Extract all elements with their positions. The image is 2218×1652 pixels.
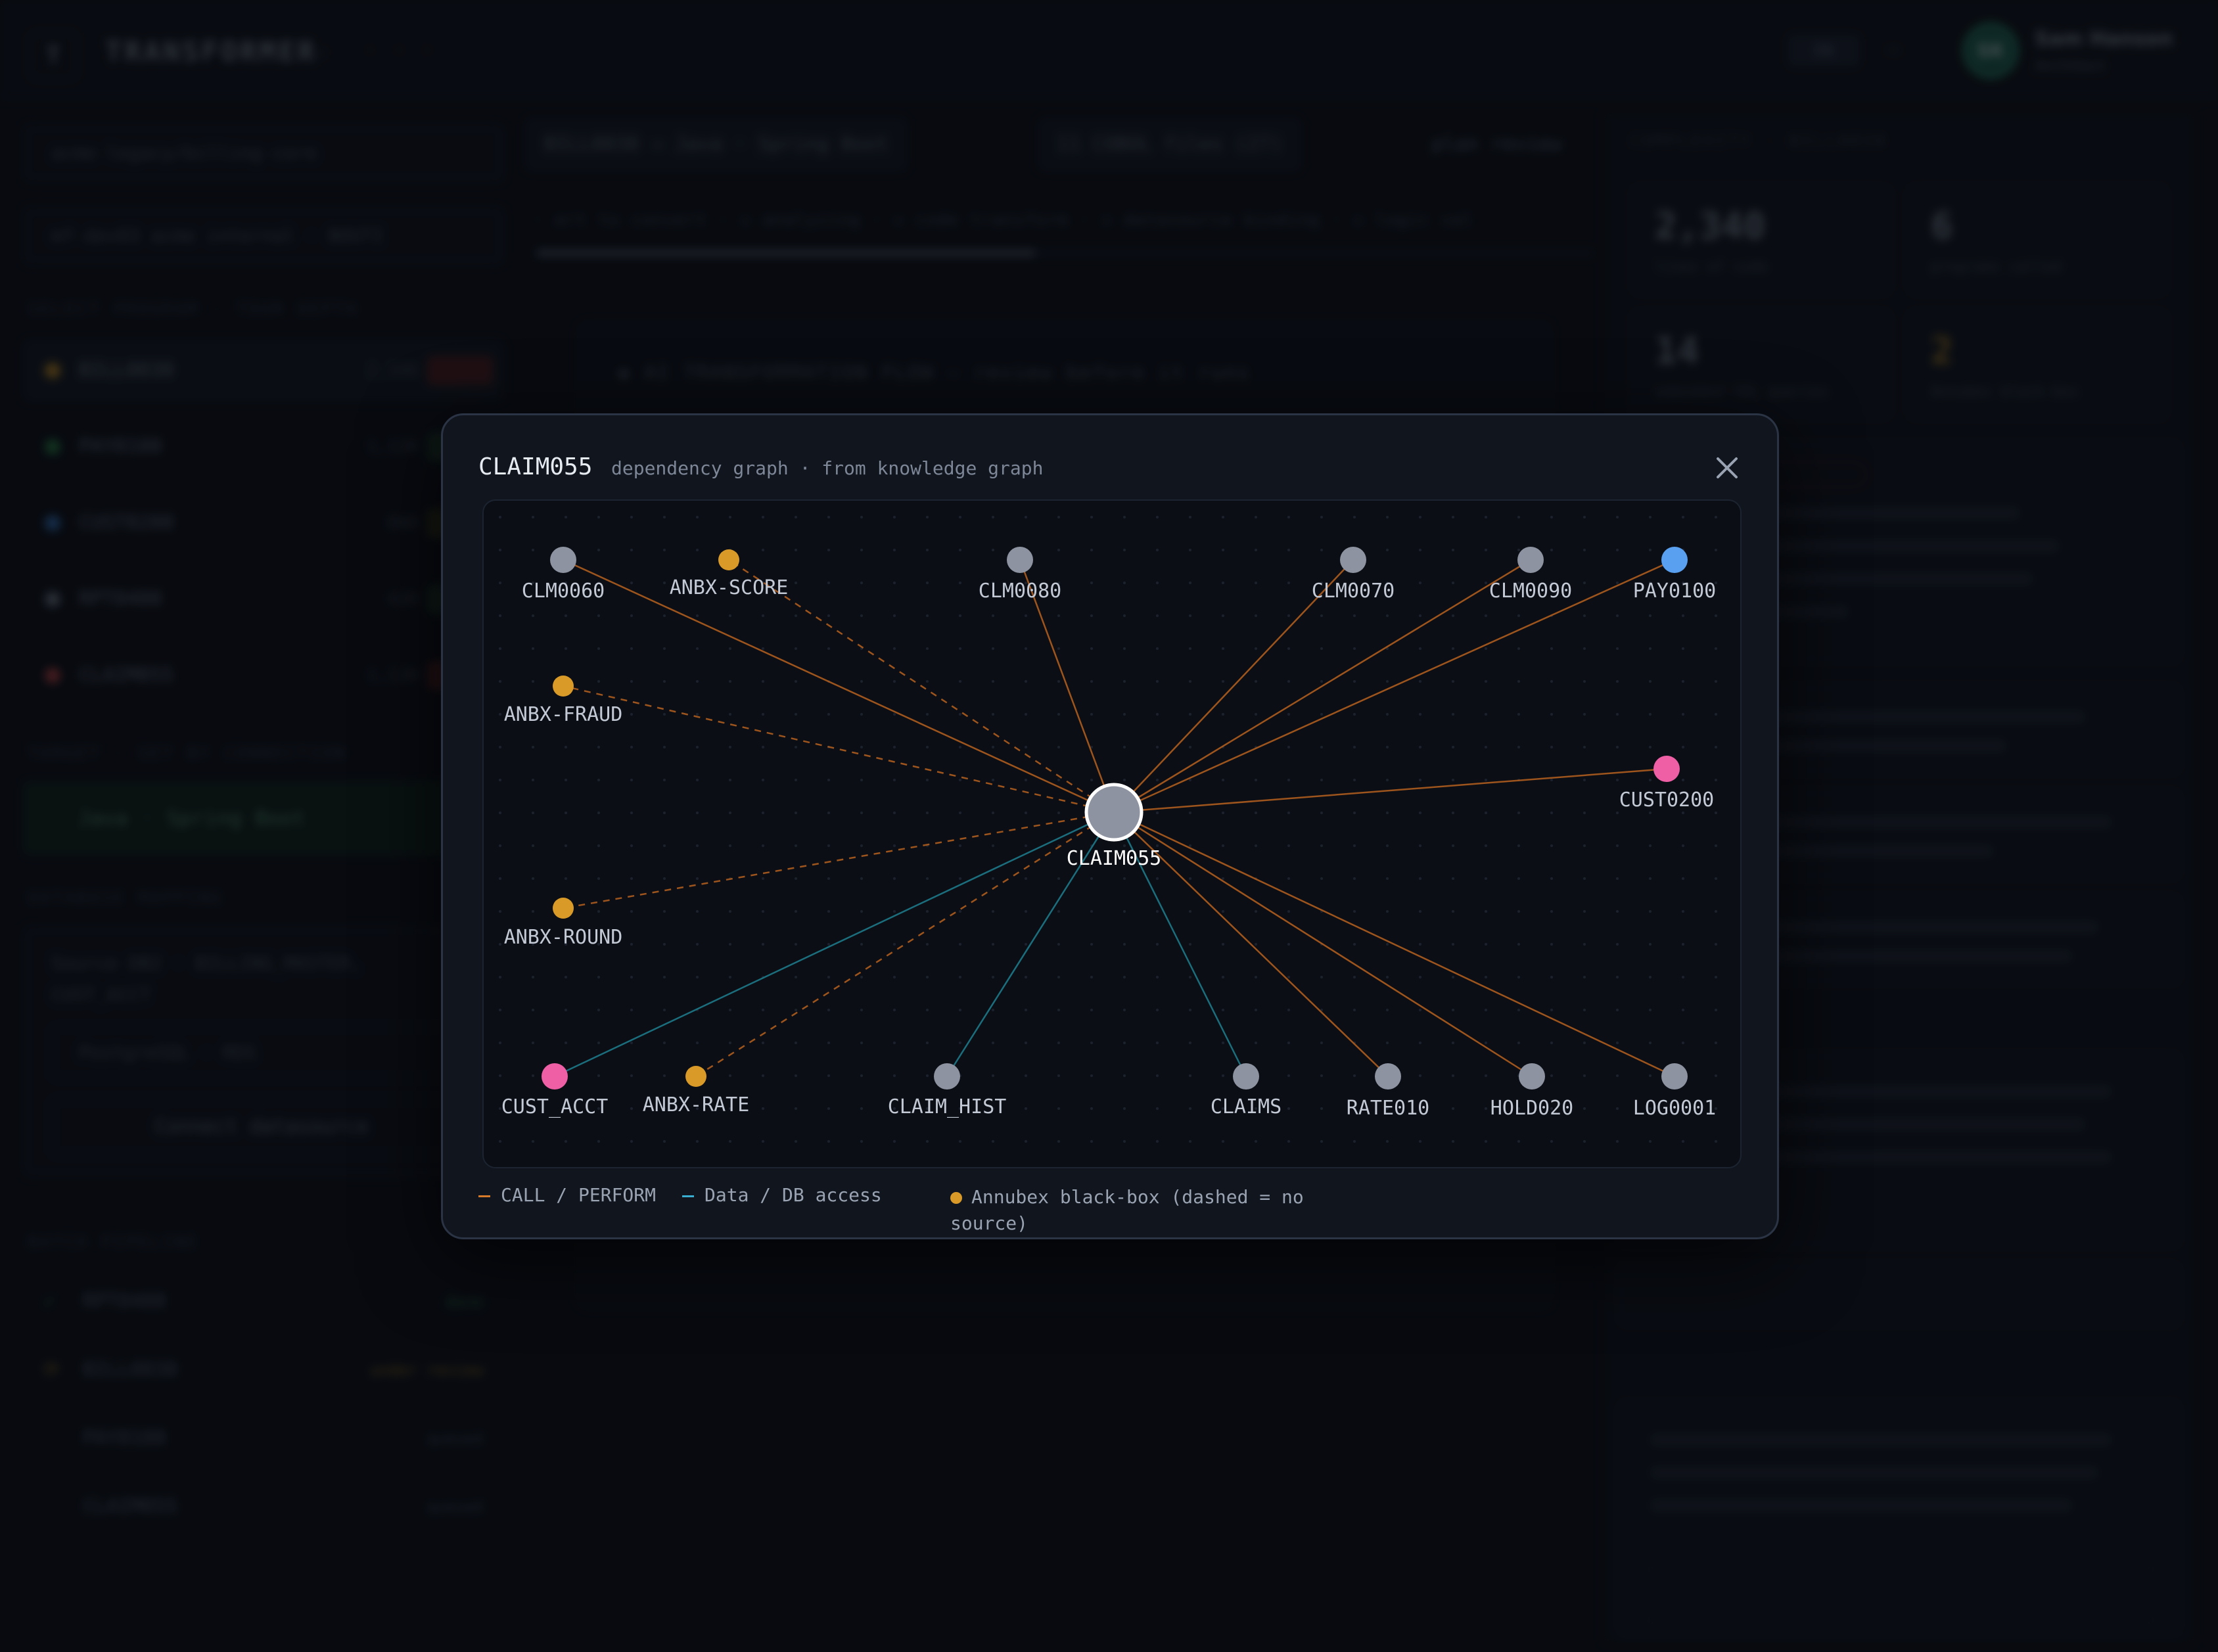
graph-legend: CALL / PERFORM Data / DB access Annubex …: [478, 1184, 1333, 1237]
legend-data: Data / DB access: [682, 1184, 882, 1206]
legend-call-swatch: [478, 1195, 490, 1197]
graph-svg[interactable]: CLM0060 ANBX-SCORE CLM0080 CLM0070 CLM0090 PA…: [484, 501, 1742, 1168]
node-circle[interactable]: [1007, 547, 1033, 573]
node-circle[interactable]: [685, 1066, 706, 1087]
node-circle[interactable]: [1340, 547, 1366, 573]
legend-data-label: Data / DB access: [705, 1184, 882, 1206]
legend-call: CALL / PERFORM: [478, 1184, 656, 1206]
legend-annubex: Annubex black-box (dashed = no source): [950, 1184, 1345, 1237]
node-circle[interactable]: [1233, 1063, 1259, 1090]
node-circle[interactable]: [934, 1063, 960, 1090]
node-circle[interactable]: [1661, 1063, 1688, 1090]
node-label: CLM0070: [1312, 580, 1395, 603]
node-circle[interactable]: [1519, 1063, 1545, 1090]
node-label: ANBX-SCORE: [670, 576, 789, 599]
node-circle[interactable]: [553, 676, 574, 697]
legend-annubex-label: Annubex black-box (dashed = no source): [950, 1186, 1304, 1234]
node-label: PAY0100: [1633, 580, 1716, 603]
legend-call-label: CALL / PERFORM: [501, 1184, 657, 1206]
center-node-label: CLAIM055: [1067, 847, 1162, 870]
modal-title: CLAIM055: [478, 453, 593, 480]
node-label: CLM0090: [1489, 580, 1572, 603]
node-label: ANBX-FRAUD: [504, 703, 623, 726]
legend-annubex-swatch: [950, 1192, 962, 1204]
dependency-graph-modal: CLAIM055 dependency graph · from knowled…: [441, 413, 1779, 1239]
node-circle[interactable]: [1653, 756, 1680, 782]
center-node-circle[interactable]: [1084, 783, 1144, 842]
node-circle[interactable]: [550, 547, 576, 573]
node-label: CUST_ACCT: [501, 1095, 609, 1118]
node-label: RATE010: [1347, 1097, 1429, 1120]
node-label: CLAIMS: [1211, 1095, 1282, 1118]
graph-canvas[interactable]: CLM0060 ANBX-SCORE CLM0080 CLM0070 CLM0090 PA…: [482, 499, 1742, 1168]
node-label: CLM0060: [522, 580, 605, 603]
node-circle[interactable]: [1661, 547, 1688, 573]
node-label: ANBX-RATE: [643, 1093, 750, 1116]
node-circle[interactable]: [1375, 1063, 1401, 1090]
modal-subtitle: dependency graph · from knowledge graph: [611, 457, 1044, 479]
node-label: LOG0001: [1633, 1097, 1716, 1120]
node-circle[interactable]: [1517, 547, 1544, 573]
node-label: HOLD020: [1490, 1097, 1573, 1120]
node-circle[interactable]: [553, 898, 574, 919]
node-label: CLAIM_HIST: [888, 1095, 1007, 1118]
node-label: ANBX-ROUND: [504, 926, 623, 949]
close-icon: [1717, 457, 1738, 478]
close-button[interactable]: [1709, 449, 1745, 486]
node-circle[interactable]: [718, 549, 739, 570]
legend-data-swatch: [682, 1195, 694, 1197]
node-label: CUST0200: [1619, 789, 1715, 812]
node-circle[interactable]: [542, 1063, 568, 1090]
node-label: CLM0080: [979, 580, 1061, 603]
